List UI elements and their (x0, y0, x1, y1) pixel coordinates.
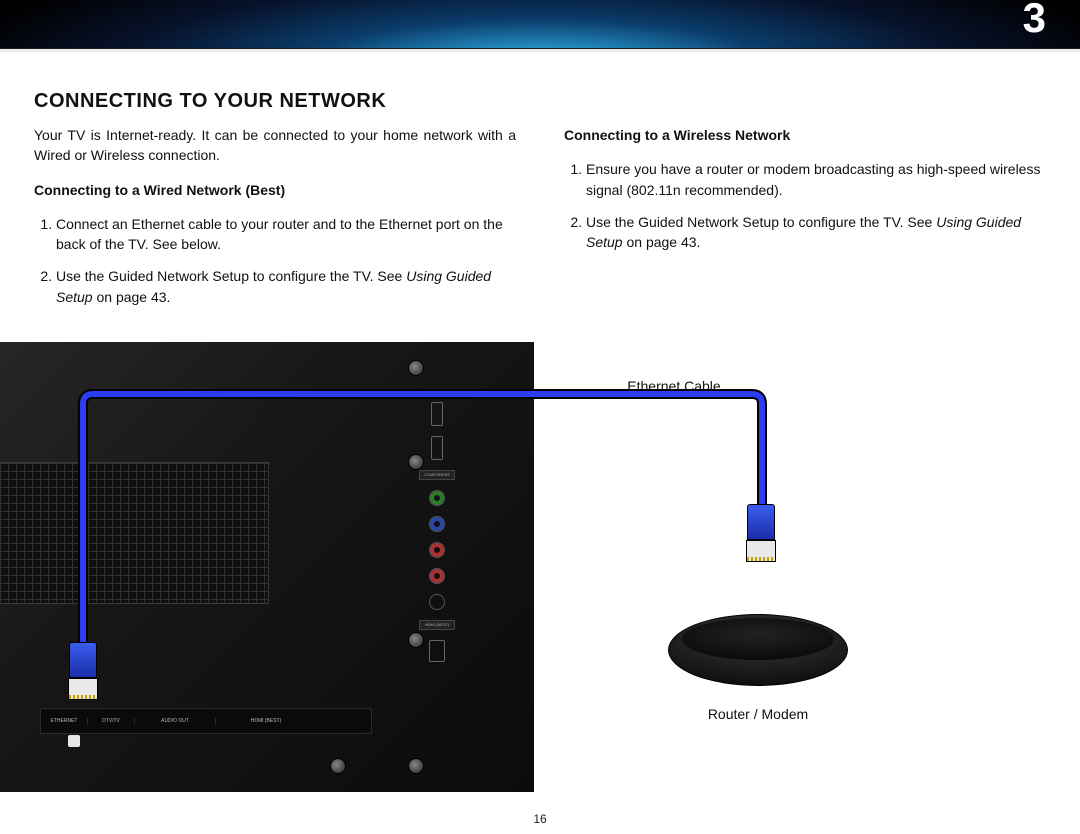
audio-jack-red-icon (429, 568, 445, 584)
column-right: Connecting to a Wireless Network Ensure … (564, 125, 1046, 319)
chapter-number: 3 (1023, 0, 1048, 42)
ethernet-cable-caption: Ethernet Cable (604, 378, 744, 394)
ethernet-connector-router-icon (742, 504, 780, 562)
page-content: CONNECTING TO YOUR NETWORK Your TV is In… (34, 80, 1046, 319)
audio-jack-white-icon (429, 594, 445, 610)
component-label: COMPONENT (419, 470, 455, 480)
intro-paragraph: Your TV is Internet-ready. It can be con… (34, 125, 516, 166)
hdmi-label: HDMI (BEST) (419, 620, 455, 630)
column-left: Your TV is Internet-ready. It can be con… (34, 125, 516, 319)
wired-step-2-text: Use the Guided Network Setup to configur… (56, 268, 406, 284)
bottom-port-strip: ETHERNET DTV/TV AUDIO OUT HDMI (BEST) (40, 708, 372, 734)
page-number: 16 (0, 812, 1080, 826)
wireless-step-2-text: Use the Guided Network Setup to configur… (586, 214, 936, 230)
section-title: CONNECTING TO YOUR NETWORK (34, 90, 1046, 113)
router-caption: Router / Modem (688, 706, 828, 722)
ethernet-port-icon (68, 735, 80, 747)
wired-step-2: Use the Guided Network Setup to configur… (56, 266, 516, 307)
wired-heading: Connecting to a Wired Network (Best) (34, 180, 516, 200)
chapter-banner: 3 (0, 0, 1080, 49)
ventilation-grid-icon (0, 462, 269, 604)
illustration-area: COMPONENT HDMI (BEST) ETHERNET DTV/TV AU… (0, 342, 1080, 792)
wired-step-1: Connect an Ethernet cable to your router… (56, 214, 516, 255)
screw-icon (408, 360, 424, 376)
side-port-column: COMPONENT HDMI (BEST) (422, 402, 452, 662)
wired-steps: Connect an Ethernet cable to your router… (34, 214, 516, 307)
wired-ref-suffix: on page 43. (96, 289, 170, 305)
ethernet-connector-tv-icon (64, 642, 102, 700)
wireless-step-1: Ensure you have a router or modem broadc… (586, 159, 1046, 200)
two-column-layout: Your TV is Internet-ready. It can be con… (34, 125, 1046, 319)
wireless-ref-suffix: on page 43. (626, 234, 700, 250)
wireless-heading: Connecting to a Wireless Network (564, 125, 1046, 145)
usb-port-icon (431, 436, 443, 460)
port-label-ethernet: ETHERNET (41, 718, 88, 724)
screw-icon (330, 758, 346, 774)
component-jack-green-icon (429, 490, 445, 506)
port-label-audio-out: AUDIO OUT (135, 718, 216, 724)
wireless-steps: Ensure you have a router or modem broadc… (564, 159, 1046, 252)
router-icon (668, 614, 848, 686)
hdmi-port-icon (429, 640, 445, 662)
wireless-step-2: Use the Guided Network Setup to configur… (586, 212, 1046, 253)
usb-port-icon (431, 402, 443, 426)
component-jack-red-icon (429, 542, 445, 558)
port-label-dtv: DTV/TV (88, 718, 135, 724)
tv-back-panel: COMPONENT HDMI (BEST) ETHERNET DTV/TV AU… (0, 342, 534, 792)
port-label-hdmi: HDMI (BEST) (216, 718, 316, 724)
screw-icon (408, 758, 424, 774)
component-jack-blue-icon (429, 516, 445, 532)
